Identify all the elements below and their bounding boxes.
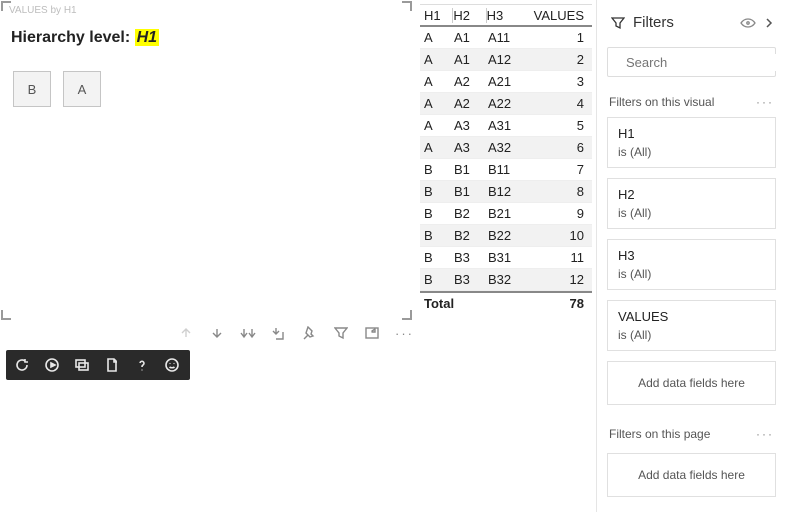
dataview-icon[interactable] bbox=[74, 357, 90, 373]
resize-handle-bl[interactable] bbox=[1, 310, 11, 320]
hier-prefix: Hierarchy level: bbox=[11, 29, 135, 46]
resize-handle-tr[interactable] bbox=[402, 1, 412, 11]
filter-card[interactable]: H1is (All) bbox=[607, 117, 776, 168]
expand-next-level-icon[interactable] bbox=[240, 325, 256, 341]
dev-toolbar bbox=[6, 350, 190, 380]
table-row[interactable]: AA1A111 bbox=[420, 27, 592, 49]
eye-icon[interactable] bbox=[740, 17, 756, 29]
matrix-table[interactable]: H1 H2 H3 VALUES AA1A111AA1A122AA2A213AA2… bbox=[420, 4, 592, 313]
reload-icon[interactable] bbox=[14, 357, 30, 373]
table-row[interactable]: AA3A326 bbox=[420, 137, 592, 159]
hier-button-a[interactable]: A bbox=[63, 71, 101, 107]
col-values[interactable]: VALUES bbox=[534, 8, 592, 23]
table-row[interactable]: AA1A122 bbox=[420, 49, 592, 71]
filter-card[interactable]: H3is (All) bbox=[607, 239, 776, 290]
filter-cards: H1is (All) H2is (All) H3is (All) VALUESis (… bbox=[597, 117, 786, 351]
table-row[interactable]: BB2B219 bbox=[420, 203, 592, 225]
focus-mode-icon[interactable] bbox=[364, 325, 380, 341]
table-row[interactable]: AA2A224 bbox=[420, 93, 592, 115]
visual-title: VALUES by H1 bbox=[9, 5, 77, 16]
hier-value: H1 bbox=[135, 29, 159, 46]
section-more-icon[interactable]: ··· bbox=[756, 95, 774, 109]
drop-page-fields[interactable]: Add data fields here bbox=[607, 453, 776, 497]
table-row[interactable]: BB1B128 bbox=[420, 181, 592, 203]
section-page-filters: Filters on this page ··· bbox=[597, 423, 786, 449]
table-row[interactable]: BB2B2210 bbox=[420, 225, 592, 247]
table-row[interactable]: AA2A213 bbox=[420, 71, 592, 93]
section-more-icon[interactable]: ··· bbox=[756, 427, 774, 441]
table-row[interactable]: AA3A315 bbox=[420, 115, 592, 137]
filters-header: Filters bbox=[597, 0, 786, 43]
drill-down-icon[interactable] bbox=[209, 325, 225, 341]
table-total-row: Total 78 bbox=[420, 291, 592, 313]
visual-toolbar: ··· bbox=[178, 325, 414, 341]
funnel-icon bbox=[611, 16, 625, 30]
drop-visual-fields[interactable]: Add data fields here bbox=[607, 361, 776, 405]
log-icon[interactable] bbox=[104, 357, 120, 373]
filters-title: Filters bbox=[633, 14, 732, 31]
table-row[interactable]: BB1B117 bbox=[420, 159, 592, 181]
filter-card[interactable]: H2is (All) bbox=[607, 178, 776, 229]
filter-search[interactable] bbox=[607, 47, 776, 77]
smiley-icon[interactable] bbox=[164, 357, 180, 373]
report-canvas: VALUES by H1 Hierarchy level: H1 BA ··· … bbox=[0, 0, 596, 512]
drill-up-icon[interactable] bbox=[178, 325, 194, 341]
expand-all-icon[interactable] bbox=[271, 325, 287, 341]
hier-buttons: BA bbox=[13, 71, 113, 107]
total-value: 78 bbox=[536, 296, 592, 311]
table-row[interactable]: BB3B3111 bbox=[420, 247, 592, 269]
more-options-icon[interactable]: ··· bbox=[395, 326, 414, 341]
resize-handle-br[interactable] bbox=[402, 310, 412, 320]
hier-button-b[interactable]: B bbox=[13, 71, 51, 107]
filter-card[interactable]: VALUESis (All) bbox=[607, 300, 776, 351]
col-h2[interactable]: H2 bbox=[453, 8, 486, 23]
filters-panel: Filters Filters on this visual ··· H1is … bbox=[596, 0, 786, 512]
table-row[interactable]: BB3B3212 bbox=[420, 269, 592, 291]
filter-icon[interactable] bbox=[333, 325, 349, 341]
hier-level-text: Hierarchy level: H1 bbox=[11, 29, 159, 47]
pin-icon[interactable] bbox=[302, 325, 318, 341]
table-body: AA1A111AA1A122AA2A213AA2A224AA3A315AA3A3… bbox=[420, 27, 592, 291]
card-visual[interactable]: VALUES by H1 Hierarchy level: H1 BA bbox=[3, 3, 410, 318]
section-visual-filters: Filters on this visual ··· bbox=[597, 91, 786, 117]
col-h3[interactable]: H3 bbox=[487, 8, 534, 23]
search-input[interactable] bbox=[624, 54, 786, 71]
table-header-row: H1 H2 H3 VALUES bbox=[420, 5, 592, 27]
col-h1[interactable]: H1 bbox=[420, 8, 453, 23]
help-icon[interactable] bbox=[134, 357, 150, 373]
total-label: Total bbox=[420, 296, 454, 311]
play-icon[interactable] bbox=[44, 357, 60, 373]
collapse-icon[interactable] bbox=[764, 16, 774, 30]
